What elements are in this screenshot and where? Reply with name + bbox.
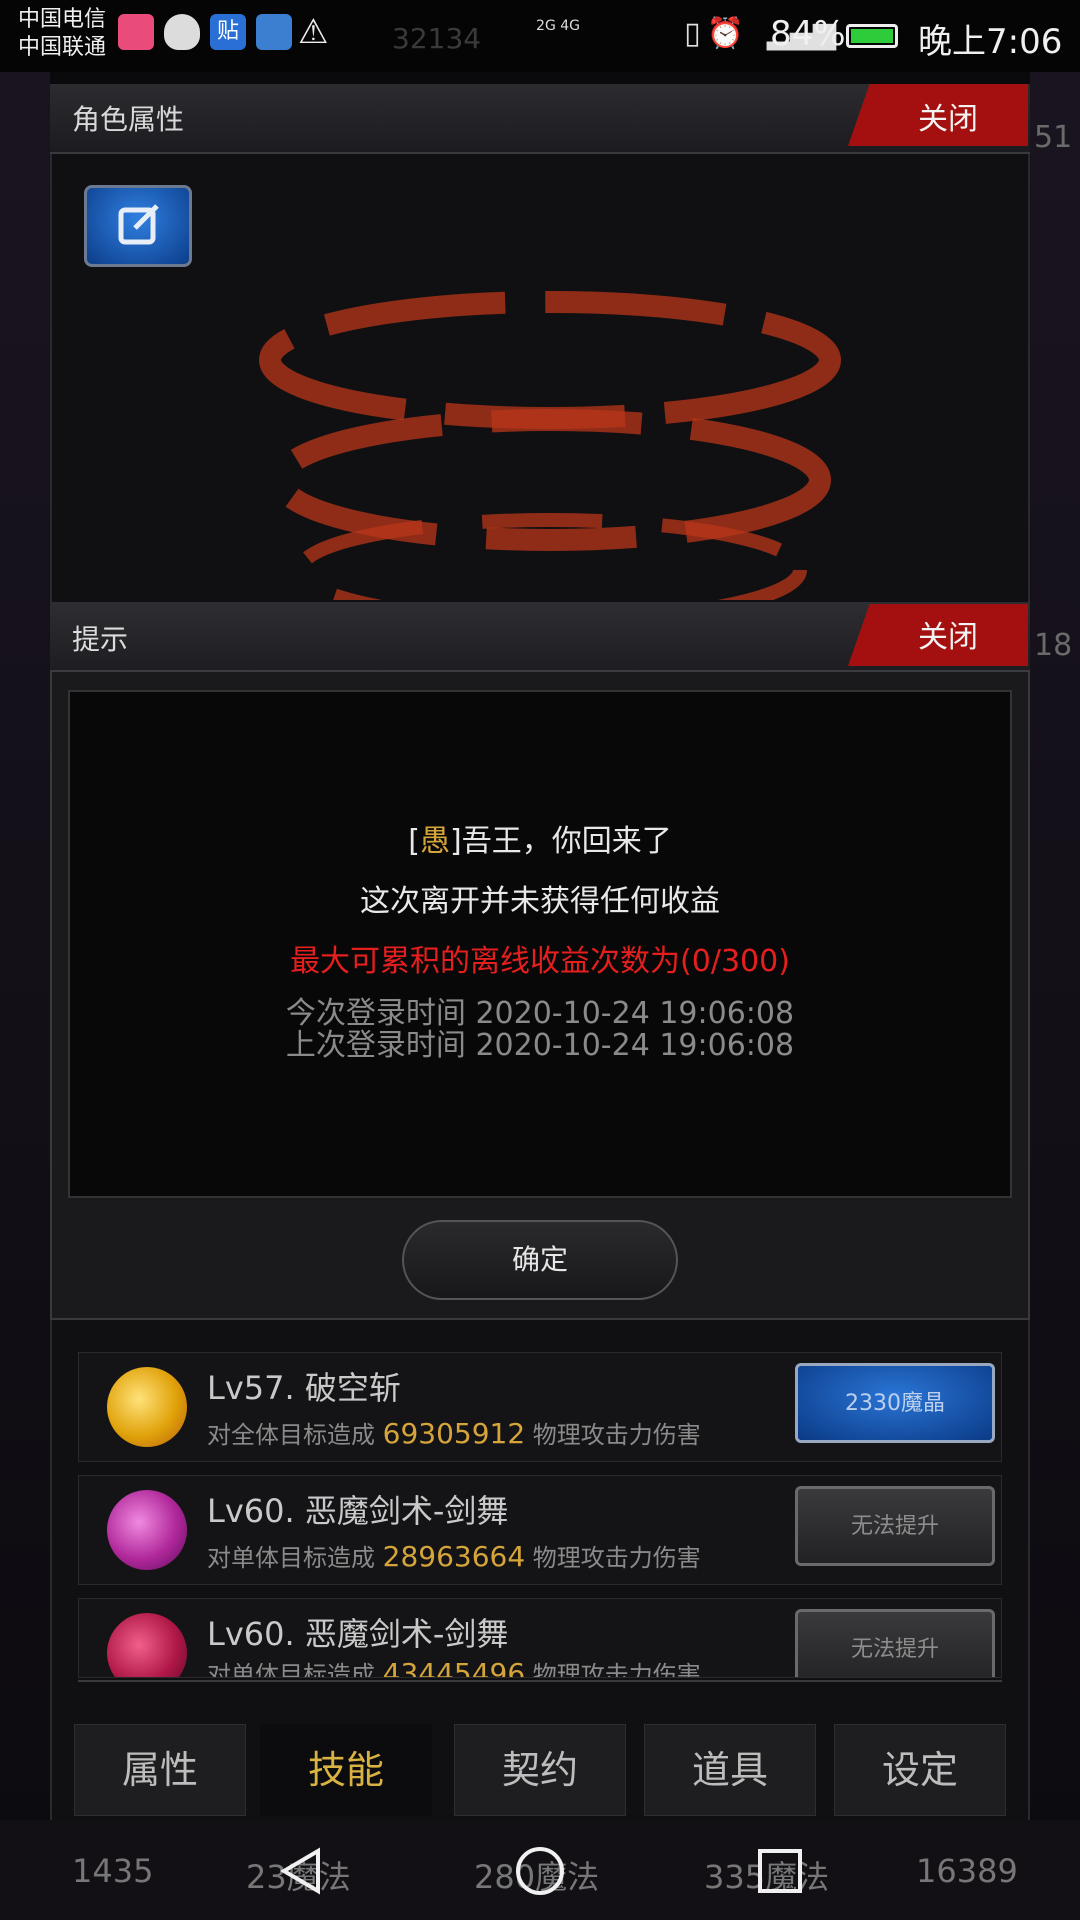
skill-icon xyxy=(107,1613,187,1677)
skill-icon xyxy=(107,1367,187,1447)
dialog-close-label: 关闭 xyxy=(918,620,978,655)
edit-icon xyxy=(118,204,159,245)
panel-title: 角色属性 xyxy=(72,103,185,136)
battery-icon xyxy=(846,24,898,48)
skill-description: 对单体目标造成 28963664 物理攻击力伤害 xyxy=(207,1540,701,1573)
dialog-title: 提示 xyxy=(72,623,129,656)
app-icon xyxy=(256,14,292,50)
offline-limit-line: 最大可累积的离线收益次数为(0/300) xyxy=(290,944,790,979)
carrier-2: 中国联通 xyxy=(18,35,107,60)
skill-row: Lv60. 恶魔剑术-剑舞 对单体目标造成 28963664 物理攻击力伤害 无… xyxy=(78,1475,1002,1585)
current-login-time: 今次登录时间 2020-10-24 19:06:08 xyxy=(285,996,795,1031)
carrier-info: 中国电信 中国联通 xyxy=(18,6,106,62)
battery-percent: 84% xyxy=(770,14,846,54)
dialog-close-button[interactable]: 关闭 xyxy=(848,604,1028,666)
upgrade-skill-button[interactable]: 2330魔晶 xyxy=(795,1363,995,1443)
background-number: 18 xyxy=(1034,628,1073,663)
skill-row: Lv60. 恶魔剑术-剑舞 对单体目标造成 43445496 物理攻击力伤害 无… xyxy=(78,1598,1002,1678)
tab-skills[interactable]: 技能 xyxy=(260,1724,432,1816)
skill-name: Lv60. 恶魔剑术-剑舞 xyxy=(207,1615,509,1653)
skill-description: 对单体目标造成 43445496 物理攻击力伤害 xyxy=(207,1657,701,1678)
background-right-edge xyxy=(1030,72,1080,1872)
upgrade-skill-button-disabled[interactable]: 无法提升 xyxy=(795,1609,995,1677)
confirm-button[interactable]: 确定 xyxy=(402,1220,678,1300)
recent-apps-icon[interactable] xyxy=(754,1845,806,1897)
tieba-icon: 贴 xyxy=(210,14,246,50)
greeting-line: [愚]吾王，你回来了 xyxy=(408,824,672,859)
warning-icon: ⚠ xyxy=(298,12,329,52)
edit-button[interactable] xyxy=(84,185,192,267)
qq-icon xyxy=(164,14,200,50)
tab-settings[interactable]: 设定 xyxy=(834,1724,1006,1816)
no-earnings-line: 这次离开并未获得任何收益 xyxy=(360,884,720,919)
network-label: 2G 4G xyxy=(536,18,580,34)
background-number: 51 xyxy=(1034,120,1073,155)
magic-circle-rings xyxy=(259,291,841,600)
skill-icon xyxy=(107,1490,187,1570)
clock: 晚上7:06 xyxy=(918,22,1063,62)
skill-row: Lv57. 破空斩 对全体目标造成 69305912 物理攻击力伤害 2330魔… xyxy=(78,1352,1002,1462)
background-left-edge xyxy=(0,72,50,1872)
back-icon[interactable] xyxy=(276,1845,328,1897)
skill-description: 对全体目标造成 69305912 物理攻击力伤害 xyxy=(207,1417,701,1450)
skill-name: Lv60. 恶魔剑术-剑舞 xyxy=(207,1492,509,1530)
carrier-1: 中国电信 xyxy=(18,7,107,32)
tab-attributes[interactable]: 属性 xyxy=(74,1724,246,1816)
background-number: 32134 xyxy=(392,22,482,55)
skill-name: Lv57. 破空斩 xyxy=(207,1369,401,1407)
tab-items[interactable]: 道具 xyxy=(644,1724,816,1816)
last-login-time: 上次登录时间 2020-10-24 19:06:08 xyxy=(285,1028,795,1063)
status-icons: ▯⏰ xyxy=(684,16,750,51)
list-divider xyxy=(78,1680,1002,1682)
player-name: 愚 xyxy=(420,824,450,859)
youku-icon xyxy=(118,14,154,50)
home-icon[interactable] xyxy=(514,1845,566,1897)
upgrade-skill-button-disabled[interactable]: 无法提升 xyxy=(795,1486,995,1566)
panel-close-label: 关闭 xyxy=(918,102,978,137)
tab-contract[interactable]: 契约 xyxy=(454,1724,626,1816)
panel-close-button[interactable]: 关闭 xyxy=(848,84,1028,146)
